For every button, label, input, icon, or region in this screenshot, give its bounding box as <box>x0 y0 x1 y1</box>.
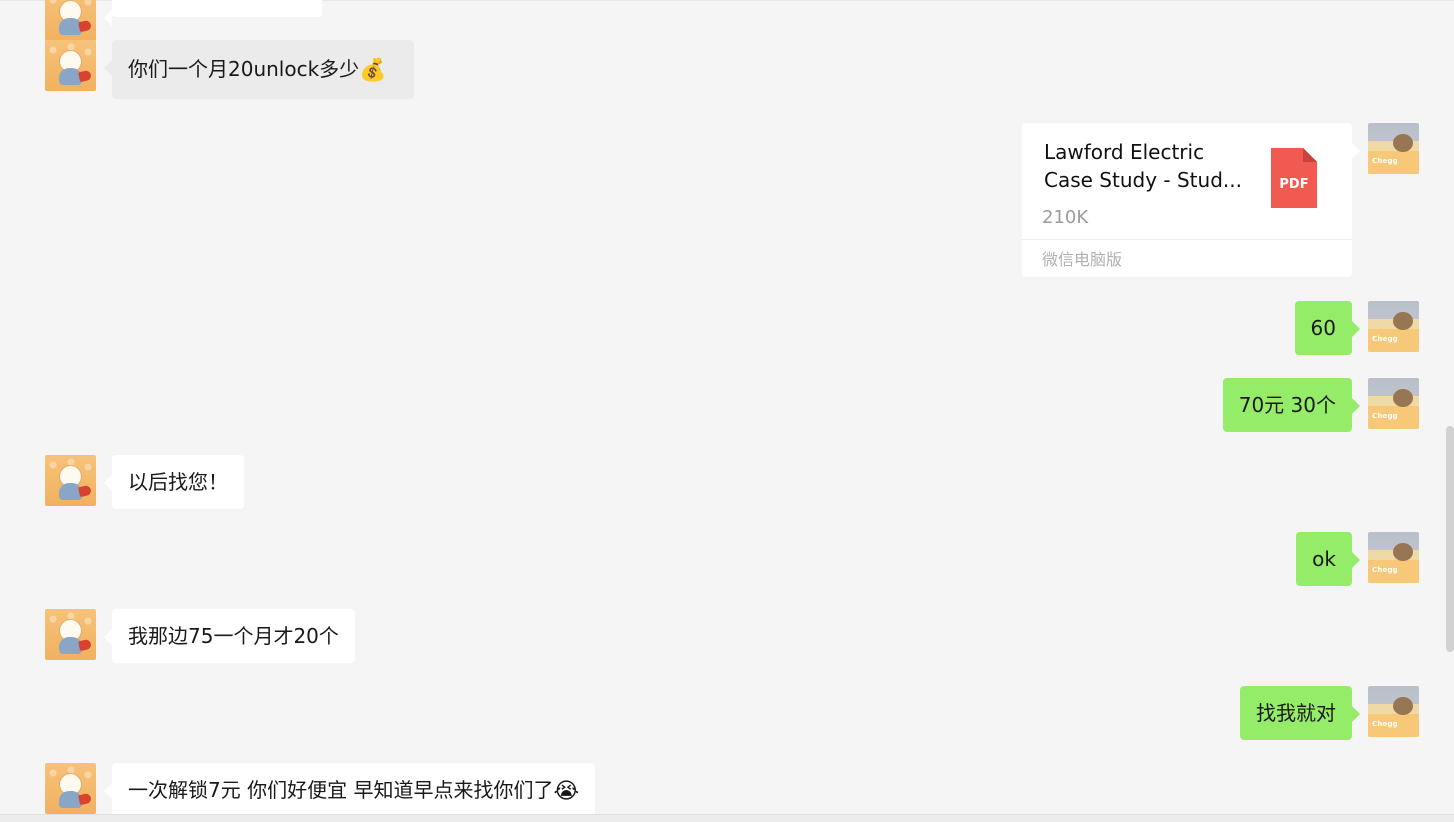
user-avatar[interactable]: Chegg <box>1368 123 1419 174</box>
incoming-message-bubble[interactable]: 以后找您！ <box>104 455 244 509</box>
outgoing-message-bubble[interactable]: 找我就对 <box>1240 686 1360 740</box>
message-text: 一次解锁7元 你们好便宜 早知道早点来找你们了 <box>128 778 554 802</box>
contact-avatar[interactable] <box>45 609 96 660</box>
message-text: 我那边75一个月才20个 <box>128 624 339 648</box>
avatar-brand-text: Chegg <box>1372 566 1398 574</box>
contact-avatar[interactable] <box>45 0 96 41</box>
incoming-message-bubble[interactable]: 一次解锁7元 你们好便宜 早知道早点来找你们了😭 <box>103 763 596 817</box>
message-text: 以后找您！ <box>128 470 228 494</box>
message-text: ok <box>1312 547 1336 571</box>
user-avatar[interactable]: Chegg <box>1368 301 1419 352</box>
outgoing-message-bubble[interactable]: 60 <box>1294 301 1361 355</box>
outgoing-message-bubble[interactable]: 70元 30个 <box>1222 378 1361 432</box>
cat-icon <box>1393 543 1413 561</box>
file-card-divider <box>1022 239 1352 240</box>
contact-avatar[interactable] <box>45 455 96 506</box>
user-avatar[interactable]: Chegg <box>1368 686 1419 737</box>
avatar-cape <box>78 19 92 33</box>
message-text: 找我就对 <box>1256 701 1336 725</box>
avatar-brand-text: Chegg <box>1372 720 1398 728</box>
outgoing-message-bubble[interactable]: ok <box>1296 532 1360 586</box>
avatar-cape <box>78 484 92 498</box>
user-avatar[interactable]: Chegg <box>1368 378 1419 429</box>
avatar-brand-text: Chegg <box>1372 335 1398 343</box>
partial-message-bubble[interactable] <box>104 0 322 26</box>
cat-icon <box>1393 389 1413 407</box>
file-size: 210K <box>1042 207 1089 228</box>
bottom-divider <box>0 814 1454 822</box>
crying-laughing-icon: 😭 <box>553 778 580 804</box>
message-text: 60 <box>1310 316 1336 340</box>
message-text: 你们一个月20unlock多少 <box>128 57 360 81</box>
user-avatar[interactable]: Chegg <box>1368 532 1419 583</box>
message-text: 70元 30个 <box>1238 393 1336 417</box>
chat-window: 你们一个月20unlock多少💰 Lawford Electric Case S… <box>0 0 1454 822</box>
money-bag-icon: 💰 <box>359 57 387 83</box>
contact-avatar[interactable] <box>45 40 96 91</box>
file-message-card[interactable]: Lawford Electric Case Study - Stud... 21… <box>1022 123 1360 277</box>
incoming-message-bubble[interactable]: 你们一个月20unlock多少💰 <box>104 40 414 99</box>
file-source-label: 微信电脑版 <box>1042 250 1123 269</box>
contact-avatar[interactable] <box>45 763 96 814</box>
file-name: Lawford Electric Case Study - Stud... <box>1044 140 1242 192</box>
avatar-brand-text: Chegg <box>1372 412 1398 420</box>
chat-scrollbar[interactable] <box>1446 426 1454 652</box>
avatar-cape <box>78 69 92 83</box>
cat-icon <box>1393 697 1413 715</box>
avatar-cape <box>78 638 92 652</box>
avatar-cape <box>78 792 92 806</box>
incoming-message-bubble[interactable]: 我那边75一个月才20个 <box>104 609 355 663</box>
cat-icon <box>1393 312 1413 330</box>
cat-icon <box>1393 134 1413 152</box>
avatar-brand-text: Chegg <box>1372 157 1398 165</box>
